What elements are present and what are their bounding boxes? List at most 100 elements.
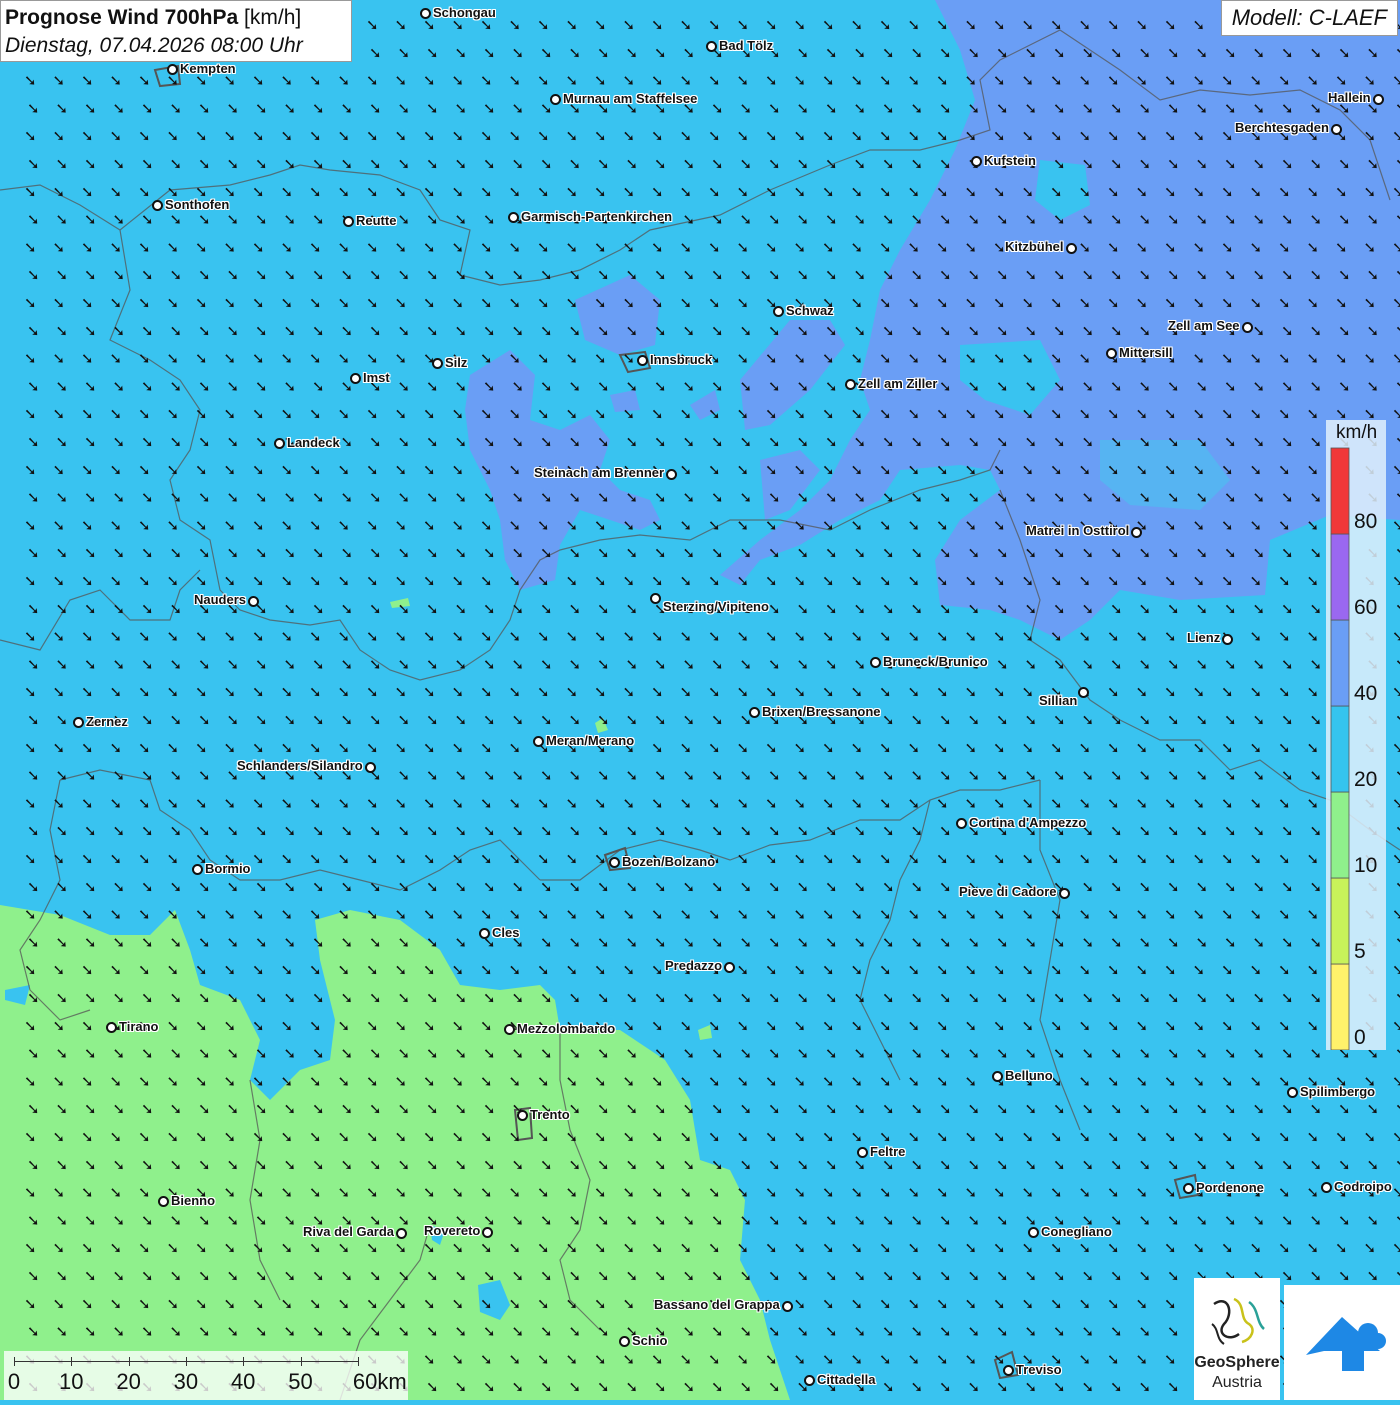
wind-arrow: ➘ [968, 322, 981, 340]
wind-arrow: ➘ [651, 628, 664, 646]
wind-arrow: ➘ [1079, 350, 1092, 368]
wind-arrow: ➘ [765, 961, 778, 979]
wind-arrow: ➘ [1307, 1239, 1320, 1257]
wind-arrow: ➘ [309, 1239, 322, 1257]
wind-arrow: ➘ [1392, 72, 1400, 90]
wind-arrow: ➘ [167, 461, 180, 479]
wind-arrow: ➘ [81, 906, 94, 924]
city-label: Cortina d'Ampezzo [969, 815, 1086, 830]
city-label: Rovereto [424, 1223, 480, 1238]
wind-arrow: ➘ [1310, 489, 1323, 507]
city-marker [274, 438, 285, 449]
wind-arrow: ➘ [27, 266, 40, 284]
wind-arrow: ➘ [138, 1128, 151, 1146]
wind-arrow: ➘ [1053, 1100, 1066, 1118]
wind-arrow: ➘ [540, 878, 553, 896]
wind-arrow: ➘ [939, 1211, 952, 1229]
wind-arrow: ➘ [1281, 711, 1294, 729]
wind-arrow: ➘ [509, 850, 522, 868]
wind-arrow: ➘ [708, 628, 721, 646]
wind-arrow: ➘ [1139, 433, 1152, 451]
wind-arrow: ➘ [993, 183, 1006, 201]
wind-arrow: ➘ [1164, 16, 1177, 34]
wind-arrow: ➘ [1079, 961, 1092, 979]
wind-arrow: ➘ [1136, 794, 1149, 812]
wind-arrow: ➘ [227, 266, 240, 284]
legend-colorbar: 051020406080 [1330, 447, 1377, 1050]
wind-arrow: ➘ [680, 1128, 693, 1146]
wind-arrow: ➘ [794, 961, 807, 979]
wind-arrow: ➘ [911, 1156, 924, 1174]
wind-arrow: ➘ [1022, 1295, 1035, 1313]
wind-arrow: ➘ [369, 711, 382, 729]
wind-arrow: ➘ [224, 516, 237, 534]
wind-arrow: ➘ [708, 1350, 721, 1368]
wind-arrow: ➘ [768, 489, 781, 507]
wind-arrow: ➘ [623, 1184, 636, 1202]
wind-arrow: ➘ [683, 1323, 696, 1341]
wind-arrow: ➘ [711, 322, 724, 340]
wind-arrow: ➘ [1307, 1017, 1320, 1035]
wind-arrow: ➘ [1082, 155, 1095, 173]
wind-arrow: ➘ [1022, 906, 1035, 924]
wind-arrow: ➘ [737, 72, 750, 90]
wind-arrow: ➘ [1224, 377, 1237, 395]
wind-arrow: ➘ [224, 238, 237, 256]
wind-arrow: ➘ [341, 322, 354, 340]
wind-arrow: ➘ [654, 1267, 667, 1285]
wind-arrow: ➘ [768, 1045, 781, 1063]
wind-arrow: ➘ [765, 1072, 778, 1090]
wind-arrow: ➘ [879, 1072, 892, 1090]
wind-arrow: ➘ [851, 127, 864, 145]
wind-arrow: ➘ [711, 989, 724, 1007]
wind-arrow: ➘ [993, 683, 1006, 701]
wind-arrow: ➘ [1310, 1156, 1323, 1174]
wind-arrow: ➘ [822, 1184, 835, 1202]
wind-arrow: ➘ [1338, 1267, 1351, 1285]
wind-arrow: ➘ [825, 1211, 838, 1229]
wind-arrow: ➘ [737, 127, 750, 145]
wind-arrow: ➘ [765, 850, 778, 868]
wind-arrow: ➘ [1050, 1184, 1063, 1202]
title-box: Prognose Wind 700hPa [km/h] Dienstag, 07… [0, 0, 352, 62]
wind-arrow: ➘ [825, 655, 838, 673]
legend-swatch [1330, 533, 1350, 621]
wind-arrow: ➘ [341, 600, 354, 618]
wind-arrow: ➘ [540, 767, 553, 785]
wind-arrow: ➘ [825, 822, 838, 840]
wind-arrow: ➘ [312, 155, 325, 173]
legend-tick-label: 60 [1354, 596, 1377, 619]
forecast-datetime: Dienstag, 07.04.2026 08:00 Uhr [5, 32, 347, 60]
wind-arrow: ➘ [252, 516, 265, 534]
wind-arrow: ➘ [993, 16, 1006, 34]
wind-arrow: ➘ [483, 1156, 496, 1174]
wind-arrow: ➘ [84, 1323, 97, 1341]
wind-arrow: ➘ [483, 600, 496, 618]
wind-arrow: ➘ [170, 600, 183, 618]
wind-arrow: ➘ [81, 1239, 94, 1257]
wind-arrow: ➘ [936, 1295, 949, 1313]
wind-arrow: ➘ [1307, 294, 1320, 312]
wind-arrow: ➘ [851, 961, 864, 979]
wind-arrow: ➘ [825, 878, 838, 896]
wind-arrow: ➘ [540, 711, 553, 729]
wind-arrow: ➘ [224, 294, 237, 312]
wind-arrow: ➘ [138, 127, 151, 145]
wind-arrow: ➘ [281, 1184, 294, 1202]
wind-arrow: ➘ [312, 600, 325, 618]
wind-arrow: ➘ [483, 711, 496, 729]
wind-arrow: ➘ [395, 683, 408, 701]
wind-arrow: ➘ [1050, 461, 1063, 479]
wind-arrow: ➘ [252, 1184, 265, 1202]
wind-arrow: ➘ [1338, 1211, 1351, 1229]
wind-arrow: ➘ [1022, 850, 1035, 868]
wind-arrow: ➘ [398, 933, 411, 951]
wind-arrow: ➘ [27, 322, 40, 340]
wind-arrow: ➘ [338, 238, 351, 256]
wind-arrow: ➘ [84, 1211, 97, 1229]
wind-arrow: ➘ [1278, 516, 1291, 534]
wind-arrow: ➘ [879, 683, 892, 701]
wind-arrow: ➘ [1367, 1156, 1380, 1174]
wind-arrow: ➘ [512, 600, 525, 618]
wind-arrow: ➘ [1392, 461, 1400, 479]
